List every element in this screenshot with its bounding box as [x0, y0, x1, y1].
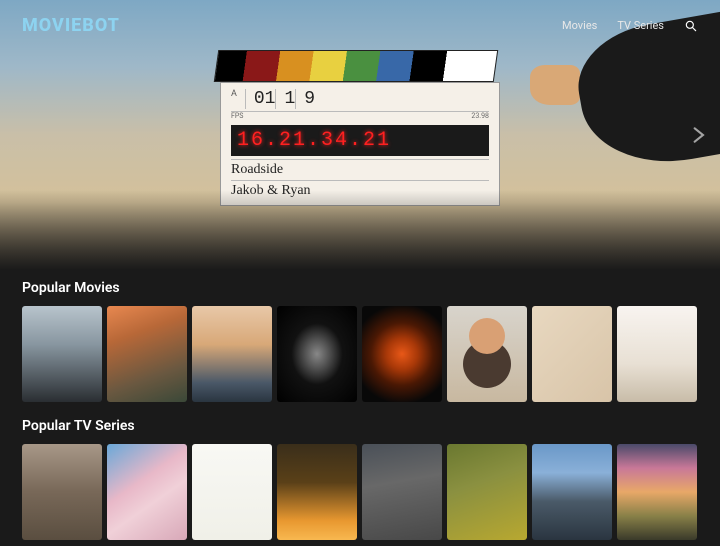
clap-scene: 01	[254, 89, 277, 109]
movies-row	[22, 306, 698, 402]
clap-timecode: 16.21.34.21	[237, 129, 483, 152]
section-title-tv: Popular TV Series	[22, 418, 698, 434]
tv-row	[22, 444, 698, 540]
search-icon	[684, 19, 698, 33]
movie-card[interactable]	[107, 306, 187, 402]
search-button[interactable]	[684, 18, 698, 32]
clap-title: Roadside	[231, 159, 489, 180]
tv-card[interactable]	[192, 444, 272, 540]
chevron-right-icon	[688, 120, 708, 150]
movie-card[interactable]	[617, 306, 697, 402]
nav: Movies TV Series	[562, 18, 698, 32]
popular-movies-section: Popular Movies	[0, 270, 720, 408]
movie-card[interactable]	[277, 306, 357, 402]
tv-card[interactable]	[277, 444, 357, 540]
brand-logo[interactable]: MOVIEBOT	[22, 15, 120, 36]
tv-card[interactable]	[107, 444, 187, 540]
clap-fps-val: 23.98	[471, 112, 489, 120]
clap-shot: 1	[284, 89, 296, 109]
carousel-next-button[interactable]	[688, 120, 708, 150]
clap-fps-label: FPS	[231, 112, 243, 120]
clap-label-a: A	[231, 89, 246, 109]
popular-tv-section: Popular TV Series	[0, 408, 720, 546]
movie-card[interactable]	[22, 306, 102, 402]
tv-card[interactable]	[617, 444, 697, 540]
movie-card[interactable]	[532, 306, 612, 402]
movie-card[interactable]	[447, 306, 527, 402]
movie-card[interactable]	[362, 306, 442, 402]
nav-tvseries[interactable]: TV Series	[617, 19, 664, 32]
clapboard-graphic: A 01 1 9 FPS 23.98 16.21.34.21 Roadside …	[220, 50, 500, 206]
section-title-movies: Popular Movies	[22, 280, 698, 296]
tv-card[interactable]	[362, 444, 442, 540]
tv-card[interactable]	[22, 444, 102, 540]
tv-card[interactable]	[447, 444, 527, 540]
movie-card[interactable]	[192, 306, 272, 402]
nav-movies[interactable]: Movies	[562, 19, 597, 32]
clap-take: 9	[304, 89, 315, 109]
header: MOVIEBOT Movies TV Series	[0, 0, 720, 50]
tv-card[interactable]	[532, 444, 612, 540]
